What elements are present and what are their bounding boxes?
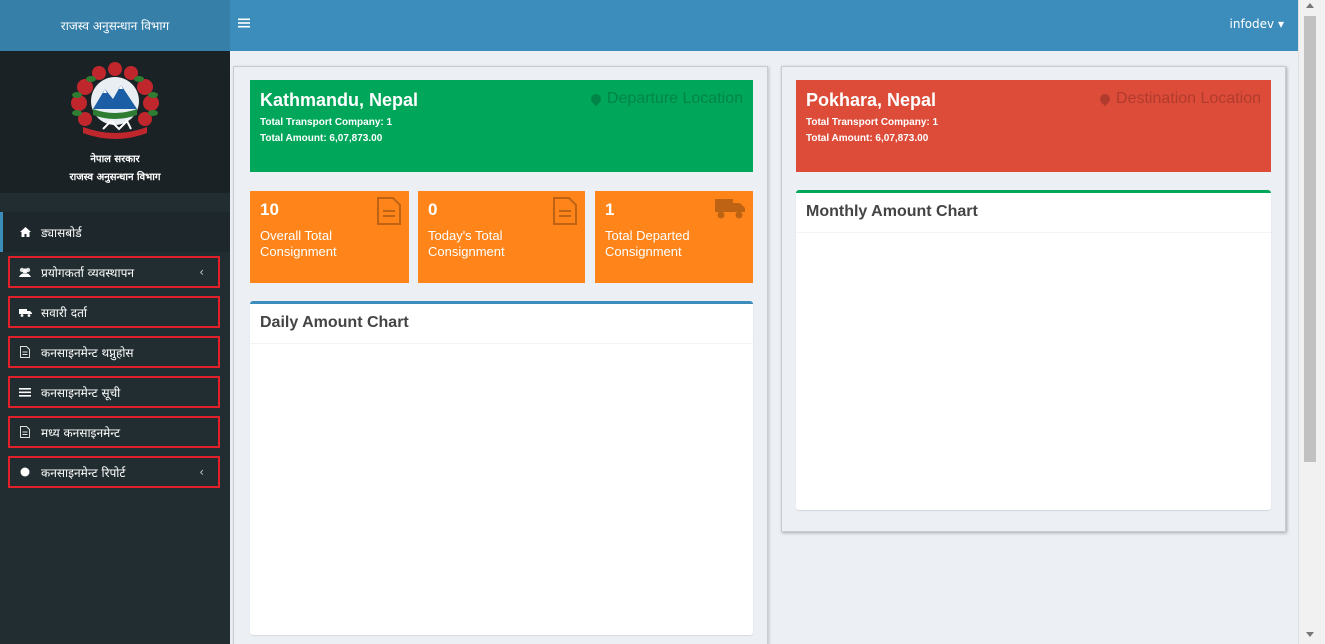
destination-label: Destination Location [1097, 90, 1261, 108]
sidebar-item-label: ड्यासबोर्ड [41, 225, 82, 240]
user-menu[interactable]: infodev ▾ [1230, 17, 1284, 31]
sidebar-menu: ड्यासबोर्ड प्रयोगकर्ता व्यवस्थापन ‹ सवार… [0, 212, 230, 488]
sidebar-item-label: कनसाइनमेन्ट सूची [41, 385, 121, 400]
top-navbar: infodev ▾ [230, 0, 1298, 51]
logo-area: नेपाल सरकार राजस्व अनुसन्धान विभाग [0, 51, 230, 193]
sidebar-item-label: सवारी दर्ता [41, 305, 88, 320]
circle-icon [17, 467, 33, 477]
stat-label: Total Departed Consignment [605, 228, 690, 259]
sidebar-item-label: कनसाइनमेन्ट रिपोर्ट [41, 465, 126, 480]
stat-label: Overall Total Consignment [260, 228, 337, 259]
map-marker-icon [588, 91, 603, 107]
truck-icon [17, 308, 33, 317]
stat-box-departed: 1 Total Departed Consignment [595, 191, 753, 283]
left-column: Kathmandu, Nepal Total Transport Company… [233, 66, 768, 644]
sidebar-item-dashboard[interactable]: ड्यासबोर्ड [0, 212, 230, 252]
file-icon [377, 197, 401, 225]
daily-amount-chart: Daily Amount Chart [250, 301, 753, 635]
scroll-up-icon[interactable] [1306, 3, 1314, 8]
sidebar-item-add-consignment[interactable]: कनसाइनमेन्ट थप्नुहोस [8, 336, 220, 368]
map-marker-icon [1097, 91, 1113, 107]
logo-text-department: राजस्व अनुसन्धान विभाग [69, 172, 161, 183]
nepal-emblem-logo [71, 62, 159, 139]
sidebar-item-vehicle-registration[interactable]: सवारी दर्ता [8, 296, 220, 328]
file-icon [17, 426, 33, 438]
departure-companies: Total Transport Company: 1 [260, 117, 393, 128]
departure-amount: Total Amount: 6,07,873.00 [260, 133, 383, 144]
sidebar: राजस्व अनुसन्धान विभाग नेपाल सरकार राजस्… [0, 0, 230, 644]
sidebar-item-label: प्रयोगकर्ता व्यवस्थापन [41, 265, 135, 280]
chevron-left-icon: ‹ [199, 465, 204, 479]
list-icon [17, 387, 33, 397]
departure-label: Departure Location [588, 90, 743, 108]
sidebar-item-label: कनसाइनमेन्ट थप्नुहोस [41, 345, 134, 360]
menu-toggle-icon[interactable] [238, 14, 250, 32]
chart-title: Monthly Amount Chart [796, 193, 1271, 233]
sidebar-item-user-management[interactable]: प्रयोगकर्ता व्यवस्थापन ‹ [8, 256, 220, 288]
file-icon [553, 197, 577, 225]
destination-location-box: Pokhara, Nepal Total Transport Company: … [796, 80, 1271, 172]
stat-box-overall: 10 Overall Total Consignment [250, 191, 409, 283]
stat-box-today: 0 Today's Total Consignment [418, 191, 585, 283]
sidebar-brand[interactable]: राजस्व अनुसन्धान विभाग [0, 0, 230, 51]
destination-amount: Total Amount: 6,07,873.00 [806, 133, 929, 144]
monthly-amount-chart: Monthly Amount Chart [796, 190, 1271, 510]
users-icon [17, 267, 33, 277]
chart-title: Daily Amount Chart [250, 304, 753, 344]
stat-label: Today's Total Consignment [428, 228, 505, 259]
home-icon [17, 227, 33, 237]
departure-location-box: Kathmandu, Nepal Total Transport Company… [250, 80, 753, 172]
sidebar-item-label: मध्य कनसाइनमेन्ट [41, 425, 121, 440]
sidebar-item-consignment-list[interactable]: कनसाइनमेन्ट सूची [8, 376, 220, 408]
truck-icon [715, 199, 745, 219]
file-icon [17, 346, 33, 358]
destination-companies: Total Transport Company: 1 [806, 117, 939, 128]
scroll-down-icon[interactable] [1306, 632, 1314, 637]
right-column: Pokhara, Nepal Total Transport Company: … [781, 66, 1286, 532]
logo-text-government: नेपाल सरकार [90, 154, 140, 165]
sidebar-item-intermediate-consignment[interactable]: मध्य कनसाइनमेन्ट [8, 416, 220, 448]
chevron-left-icon: ‹ [199, 265, 204, 279]
sidebar-item-consignment-report[interactable]: कनसाइनमेन्ट रिपोर्ट ‹ [8, 456, 220, 488]
page-scrollbar[interactable] [1298, 0, 1325, 644]
scroll-thumb[interactable] [1304, 16, 1316, 462]
